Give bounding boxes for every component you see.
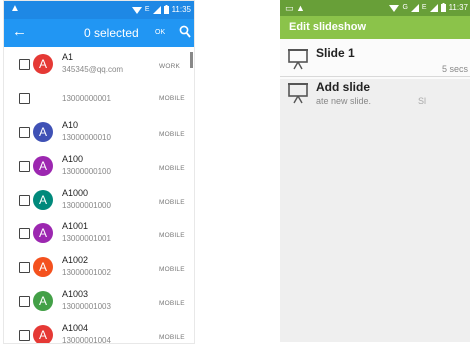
status-time: 11:35 — [171, 5, 191, 14]
contacts-screen: ▲ E 11:35 ← 0 selected OK A A1 345345@qq… — [3, 0, 195, 344]
battery-icon — [163, 5, 169, 14]
select-checkbox[interactable] — [19, 296, 30, 308]
contact-detail: 13000001003 — [62, 302, 111, 312]
slideshow-screen: ▭ ▲ G E 11:37 Edit slideshow Slide 1 5 s… — [280, 0, 470, 342]
avatar: A — [33, 121, 53, 142]
contact-type: MOBILE — [159, 164, 185, 172]
signal-icon — [410, 3, 419, 12]
contact-type: WORK — [159, 63, 181, 70]
search-icon[interactable] — [179, 25, 191, 39]
contact-type: MOBILE — [159, 130, 185, 138]
slide-title: Slide 1 — [316, 46, 355, 60]
contact-type: MOBILE — [159, 300, 185, 308]
presentation-icon — [288, 83, 308, 104]
add-slide-extra: Sl — [418, 96, 427, 106]
contact-row[interactable]: A A10 13000000010 MOBILE — [4, 115, 194, 149]
contact-type: MOBILE — [159, 94, 185, 102]
wifi-icon — [131, 6, 142, 14]
slide-duration: 5 secs — [441, 64, 468, 74]
scrollbar-thumb[interactable] — [190, 52, 193, 68]
presentation-icon — [288, 49, 308, 70]
avatar: A — [33, 291, 53, 312]
contact-row[interactable]: A A1002 13000001002 MOBILE — [4, 250, 194, 284]
contact-name: A100 — [62, 153, 84, 164]
contact-detail: 13000000001 — [62, 93, 111, 103]
select-checkbox[interactable] — [19, 58, 30, 70]
avatar: A — [33, 189, 53, 210]
selection-toolbar: ← 0 selected OK — [4, 19, 194, 47]
status-time: 11:37 — [448, 3, 468, 12]
contact-detail: 13000001004 — [62, 336, 111, 344]
contact-row[interactable]: A A1 345345@qq.com WORK — [4, 47, 194, 81]
contact-name: A1 — [62, 52, 74, 62]
select-checkbox[interactable] — [19, 194, 30, 206]
contact-row[interactable]: A A1000 13000001000 MOBILE — [4, 183, 194, 217]
avatar: A — [33, 223, 53, 244]
back-arrow-icon[interactable]: ← — [12, 24, 27, 40]
select-checkbox[interactable] — [19, 160, 30, 172]
slide-list: Slide 1 5 secs Add slide ate new slide. … — [280, 39, 470, 342]
battery-icon — [440, 3, 446, 12]
selected-count-title: 0 selected — [84, 26, 139, 40]
contact-detail: 13000001002 — [62, 268, 111, 278]
slide-item[interactable]: Slide 1 5 secs — [280, 39, 470, 79]
contact-row[interactable]: A A1003 13000001003 MOBILE — [4, 284, 194, 318]
avatar: A — [33, 325, 53, 343]
add-slide-subtitle: ate new slide. — [316, 96, 372, 106]
avatar: A — [33, 53, 53, 74]
contact-name: A1003 — [62, 289, 89, 300]
contact-type: MOBILE — [159, 266, 185, 274]
select-checkbox[interactable] — [19, 126, 30, 138]
edit-slideshow-toolbar: Edit slideshow — [280, 16, 470, 39]
notification-icon: ▲ — [10, 3, 20, 14]
contact-detail: 345345@qq.com — [62, 65, 124, 74]
contact-detail: 13000000100 — [62, 166, 111, 176]
contact-type: MOBILE — [159, 198, 185, 206]
status-bar: ▭ ▲ G E 11:37 — [280, 0, 470, 16]
status-bar: ▲ E 11:35 — [4, 1, 194, 19]
contact-name: A1002 — [62, 255, 89, 266]
contact-name: A1001 — [62, 221, 89, 232]
contact-detail: 13000000010 — [62, 132, 111, 142]
contact-name: A1000 — [62, 187, 89, 198]
contact-row[interactable]: 13000000001 MOBILE — [4, 81, 194, 115]
select-checkbox[interactable] — [19, 92, 30, 104]
signal-icon-2 — [429, 3, 438, 12]
wifi-icon — [389, 4, 400, 12]
network-type-label-2: E — [421, 4, 427, 11]
contact-name: A10 — [62, 119, 79, 130]
avatar: A — [33, 155, 53, 176]
select-checkbox[interactable] — [19, 330, 30, 342]
select-checkbox[interactable] — [19, 228, 30, 240]
select-checkbox[interactable] — [19, 262, 30, 274]
contact-row[interactable]: A A1004 13000001004 MOBILE — [4, 318, 194, 344]
page-title: Edit slideshow — [289, 21, 367, 33]
network-type-label: E — [144, 6, 150, 13]
contact-detail: 13000001001 — [62, 234, 111, 244]
add-slide-title: Add slide — [316, 80, 371, 94]
avatar: A — [33, 257, 53, 278]
contact-list: A A1 345345@qq.com WORK 13000000001 MOBI… — [4, 47, 194, 343]
contact-row[interactable]: A A1001 13000001001 MOBILE — [4, 216, 194, 250]
contact-type: MOBILE — [159, 232, 185, 240]
ok-button[interactable]: OK — [155, 29, 165, 36]
signal-icon — [152, 5, 161, 14]
contact-name: A1004 — [62, 323, 89, 334]
contact-type: MOBILE — [159, 334, 185, 342]
network-type-label: G — [402, 4, 408, 11]
notification-icons: ▭ ▲ — [285, 3, 305, 13]
contact-detail: 13000001000 — [62, 200, 111, 210]
add-slide-item[interactable]: Add slide ate new slide. Sl — [280, 77, 470, 113]
contact-row[interactable]: A A100 13000000100 MOBILE — [4, 149, 194, 183]
